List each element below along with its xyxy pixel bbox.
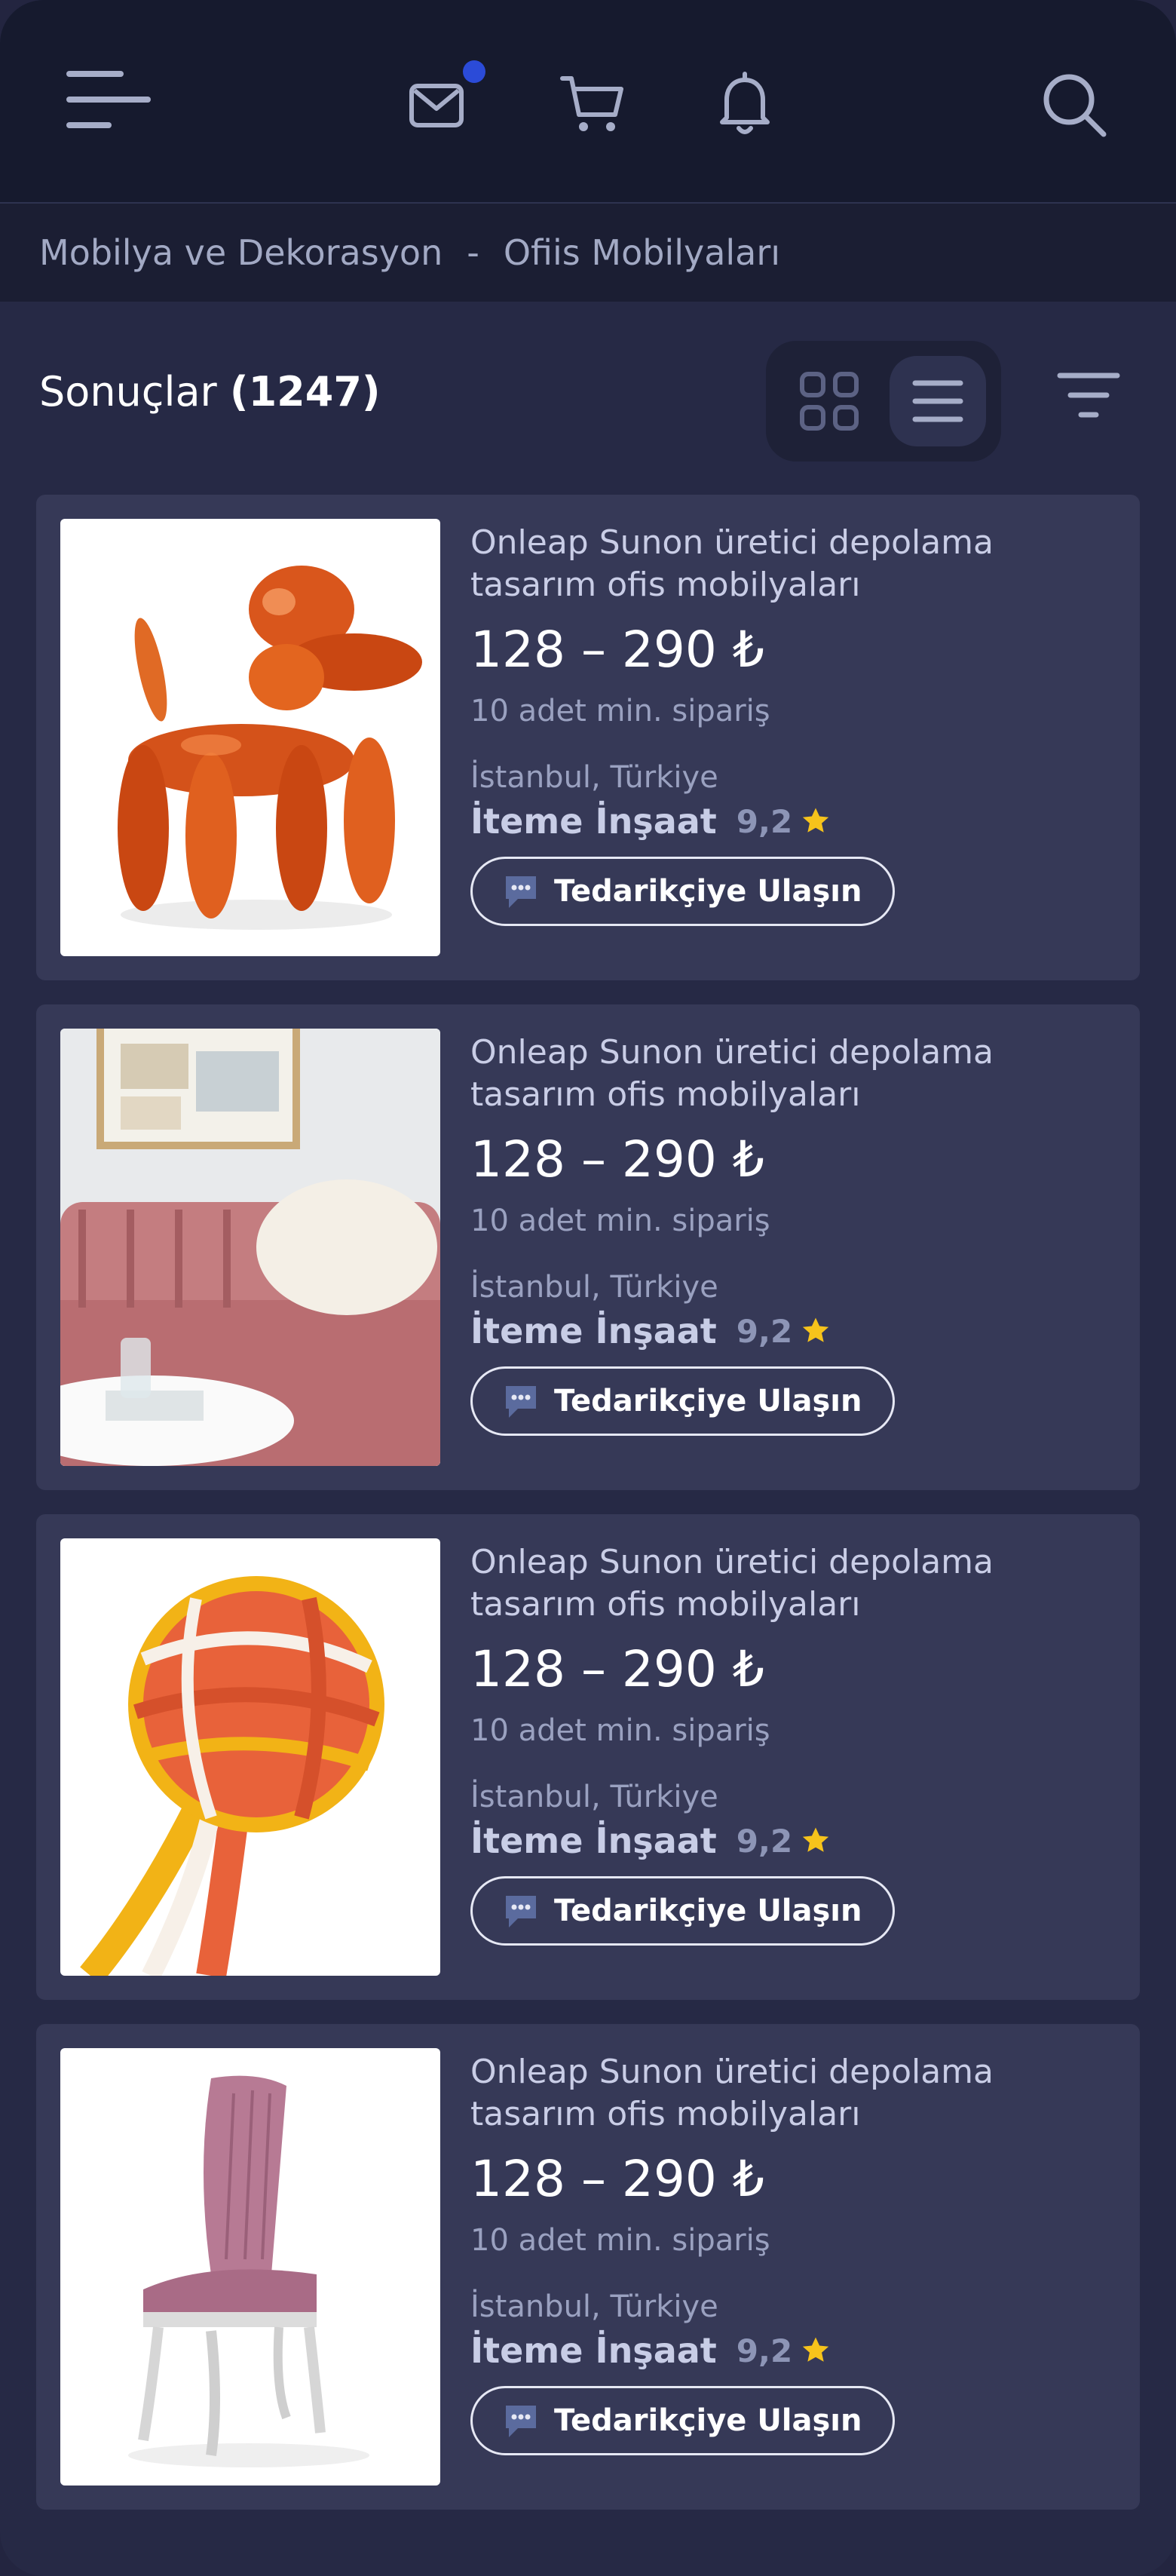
search-icon[interactable] [1040,71,1108,139]
product-image[interactable] [60,1029,440,1466]
supplier-location: İstanbul, Türkiye [470,2289,718,2324]
product-info: Onleap Sunon üretici depolama tasarım of… [470,2051,1119,2455]
product-min-order: 10 adet min. sipariş [470,1204,770,1238]
view-toggle [766,341,1001,462]
star-icon [803,2337,829,2362]
product-min-order: 10 adet min. sipariş [470,694,770,728]
list-view-button[interactable] [890,356,986,446]
supplier-name[interactable]: İteme İnşaat [470,1311,717,1351]
product-card[interactable]: Onleap Sunon üretici depolama tasarım of… [36,2024,1140,2510]
chat-icon [506,1386,536,1418]
product-title[interactable]: Onleap Sunon üretici depolama tasarım of… [470,522,1119,606]
filter-icon[interactable] [1055,370,1122,422]
top-bar [0,0,1176,204]
product-image[interactable] [60,2048,440,2486]
supplier-location: İstanbul, Türkiye [470,1270,718,1305]
balloon-dog-image [118,566,422,930]
chat-icon [506,876,536,908]
contact-supplier-button[interactable]: Tedarikçiye Ulaşın [470,1876,895,1946]
contact-supplier-label: Tedarikçiye Ulaşın [554,2403,862,2438]
product-min-order: 10 adet min. sipariş [470,2223,770,2258]
product-price: 128 – 290 ₺ [470,621,764,679]
app-screen: Mobilya ve Dekorasyon - Ofiis Mobilyalar… [0,0,1176,2576]
product-image[interactable] [60,1538,440,1976]
product-image[interactable] [60,519,440,956]
product-title[interactable]: Onleap Sunon üretici depolama tasarım of… [470,1032,1119,1116]
product-title[interactable]: Onleap Sunon üretici depolama tasarım of… [470,1541,1119,1626]
product-info: Onleap Sunon üretici depolama tasarım of… [470,1032,1119,1436]
contact-supplier-label: Tedarikçiye Ulaşın [554,1894,862,1928]
breadcrumb-item-subcategory[interactable]: Ofiis Mobilyaları [504,232,780,273]
product-price: 128 – 290 ₺ [470,2150,764,2208]
supplier-rating: 9,2 [736,802,793,840]
rope-toy-image [80,1576,384,1976]
supplier-rating: 9,2 [736,1312,793,1350]
supplier-row: İteme İnşaat 9,2 [470,2330,1119,2371]
product-info: Onleap Sunon üretici depolama tasarım of… [470,1541,1119,1946]
star-icon [803,1317,829,1342]
supplier-rating: 9,2 [736,1822,793,1860]
mail-icon[interactable] [407,75,467,136]
contact-supplier-button[interactable]: Tedarikçiye Ulaşın [470,857,895,926]
supplier-row: İteme İnşaat 9,2 [470,801,1119,842]
supplier-name[interactable]: İteme İnşaat [470,801,717,842]
bell-icon[interactable] [715,71,775,137]
results-label: Sonuçlar [39,368,217,416]
cart-icon[interactable] [559,72,626,136]
breadcrumb: Mobilya ve Dekorasyon - Ofiis Mobilyalar… [0,204,1176,302]
breadcrumb-item-category[interactable]: Mobilya ve Dekorasyon [39,232,443,273]
list-view-icon [912,380,963,422]
contact-supplier-button[interactable]: Tedarikçiye Ulaşın [470,1366,895,1436]
supplier-rating: 9,2 [736,2332,793,2369]
contact-supplier-label: Tedarikçiye Ulaşın [554,1384,862,1418]
product-card[interactable]: Onleap Sunon üretici depolama tasarım of… [36,1514,1140,2000]
product-card[interactable]: Onleap Sunon üretici depolama tasarım of… [36,495,1140,980]
supplier-name[interactable]: İteme İnşaat [470,2330,717,2371]
results-title: Sonuçlar (1247) [39,368,381,416]
product-info: Onleap Sunon üretici depolama tasarım of… [470,522,1119,926]
supplier-row: İteme İnşaat 9,2 [470,1311,1119,1351]
star-icon [803,808,829,833]
supplier-location: İstanbul, Türkiye [470,760,718,795]
contact-supplier-label: Tedarikçiye Ulaşın [554,874,862,909]
supplier-name[interactable]: İteme İnşaat [470,1820,717,1861]
menu-icon[interactable] [66,66,151,134]
sofa-image [60,1029,440,1466]
notification-dot [463,60,485,83]
results-count: (1247) [229,368,381,416]
supplier-location: İstanbul, Türkiye [470,1780,718,1814]
breadcrumb-separator: - [467,232,479,273]
grid-view-icon[interactable] [798,370,861,433]
product-price: 128 – 290 ₺ [470,1640,764,1698]
chat-icon [506,1896,536,1927]
product-price: 128 – 290 ₺ [470,1130,764,1188]
product-min-order: 10 adet min. sipariş [470,1713,770,1748]
supplier-row: İteme İnşaat 9,2 [470,1820,1119,1861]
contact-supplier-button[interactable]: Tedarikçiye Ulaşın [470,2386,895,2455]
product-card[interactable]: Onleap Sunon üretici depolama tasarım of… [36,1004,1140,1490]
chat-icon [506,2406,536,2437]
chair-image [128,2075,369,2467]
product-title[interactable]: Onleap Sunon üretici depolama tasarım of… [470,2051,1119,2136]
star-icon [803,1827,829,1852]
